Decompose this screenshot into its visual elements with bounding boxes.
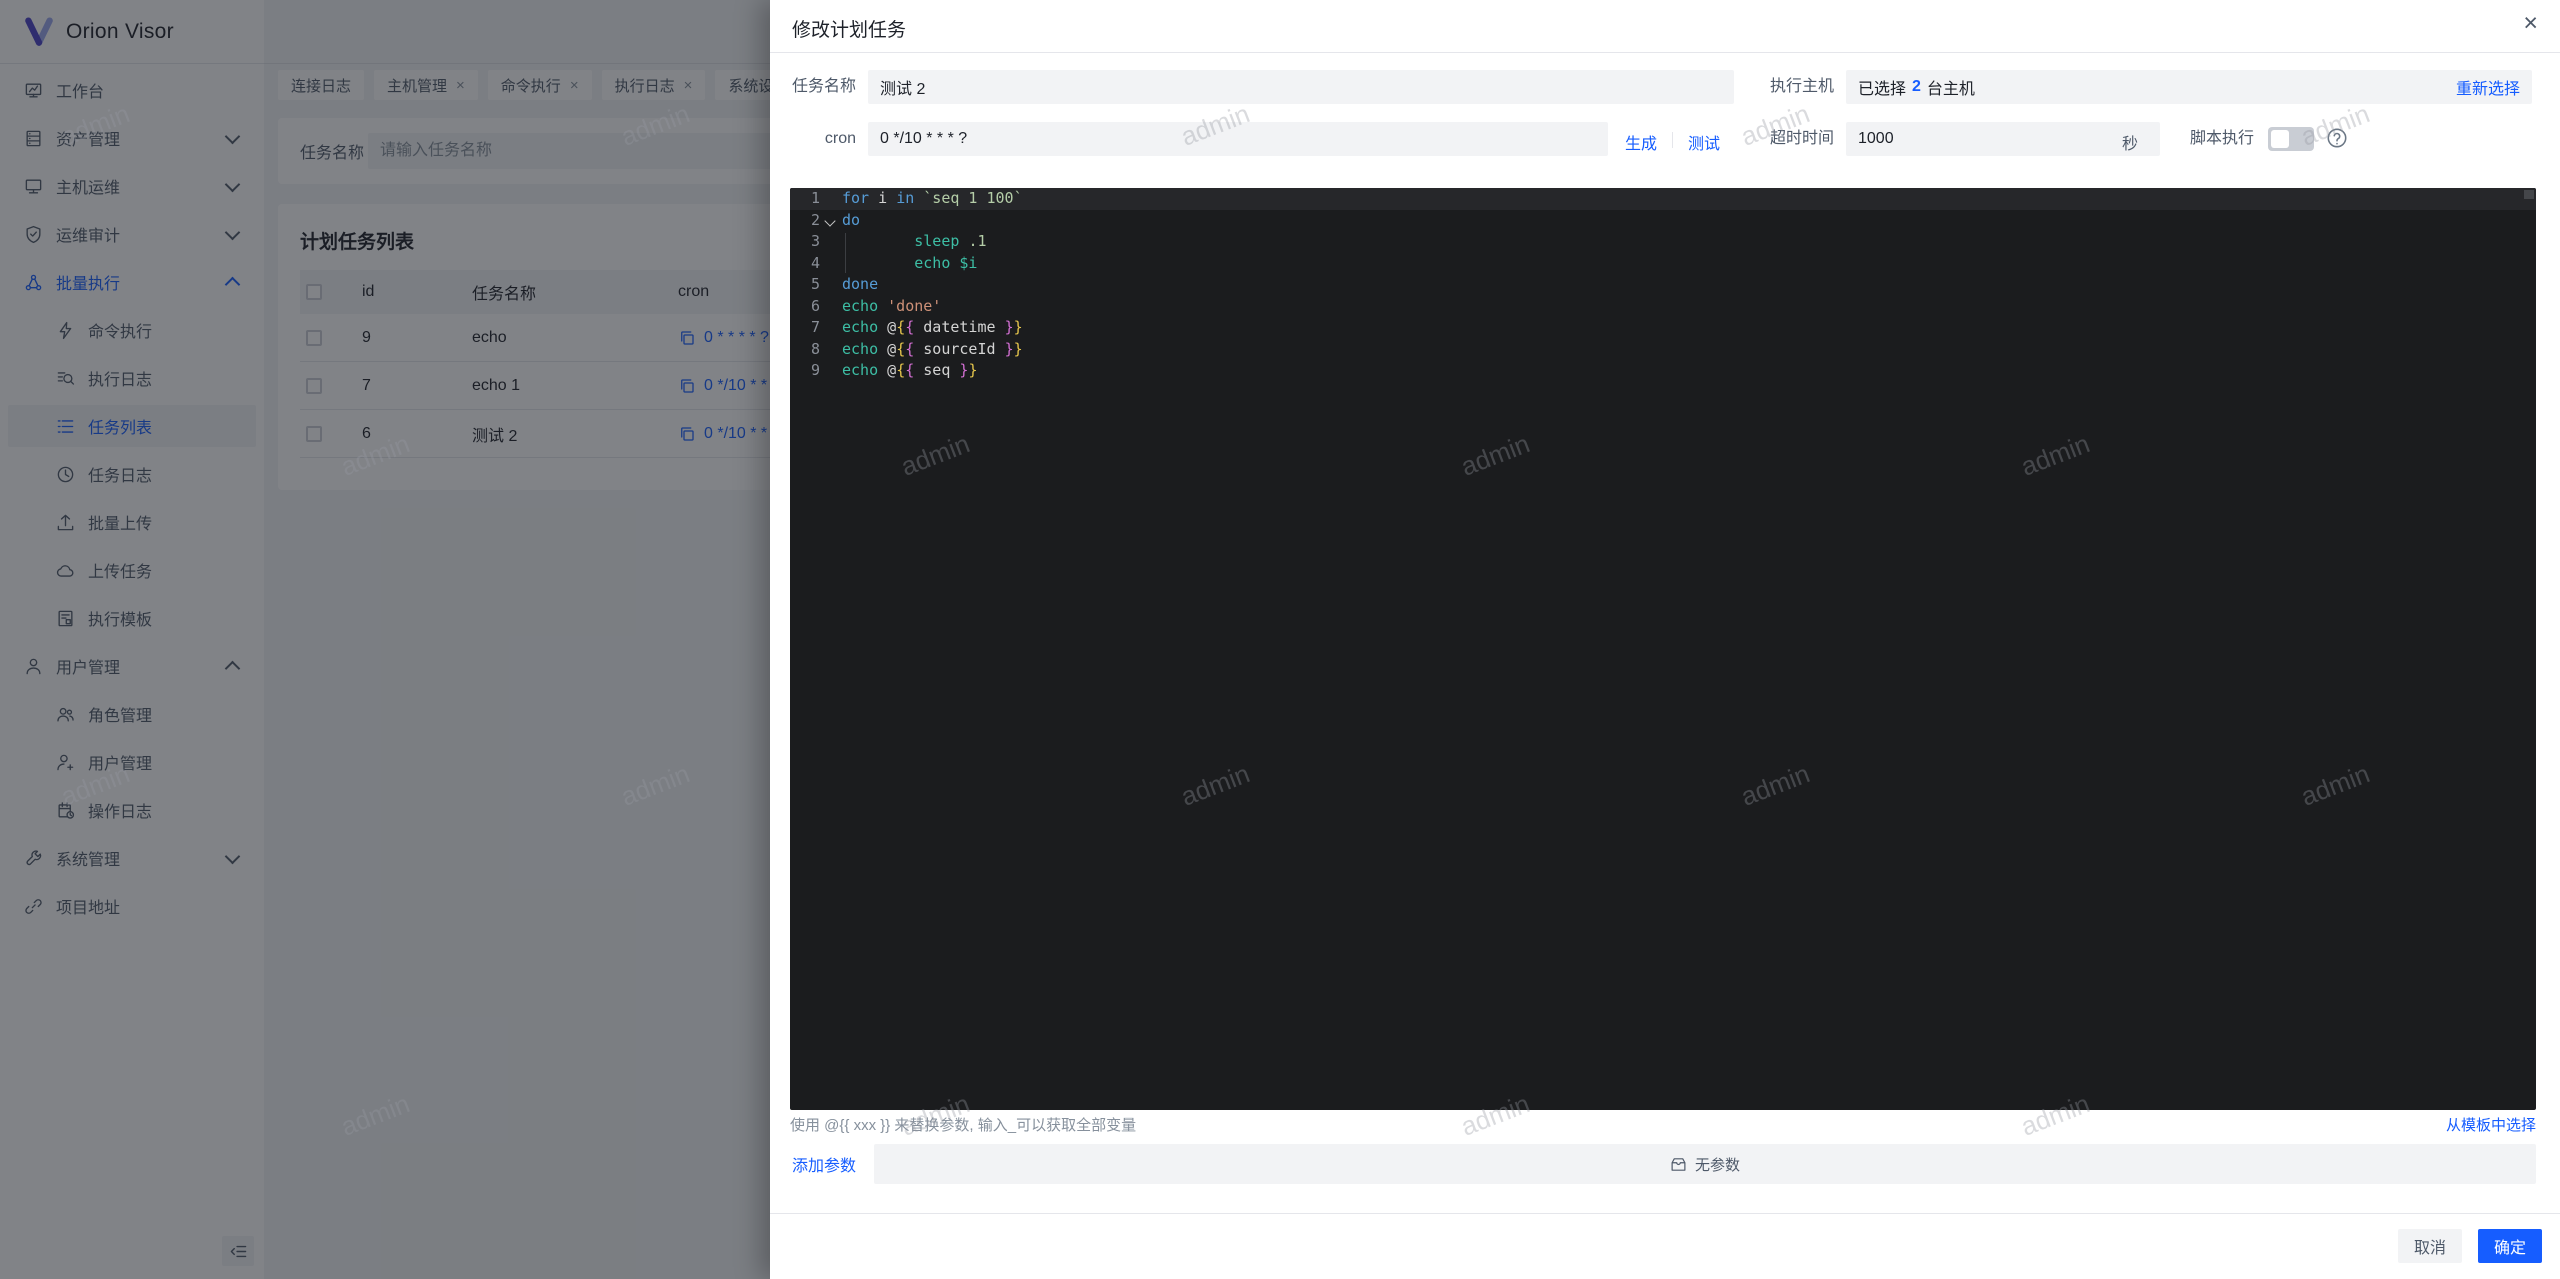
cron-label: cron <box>736 122 856 156</box>
toggle-knob <box>2271 130 2289 148</box>
editor-line-6: 6 echo 'done' <box>790 296 2536 318</box>
exec-host-field[interactable]: 已选择 2 台主机 重新选择 <box>1846 70 2532 104</box>
param-hint-text: 使用 @{{ xxx }} 来替换参数, 输入_可以获取全部变量 <box>790 1117 1136 1134</box>
script-code-editor[interactable]: 1for i in `seq 1 100`2do3 sleep .14 echo… <box>790 188 2536 1110</box>
editor-hint-row: 使用 @{{ xxx }} 来替换参数, 输入_可以获取全部变量 从模板中选择 <box>790 1114 2536 1138</box>
line-number: 1 <box>798 188 820 210</box>
add-param-button[interactable]: 添加参数 <box>792 1152 856 1176</box>
fold-gutter <box>820 188 842 210</box>
fold-gutter <box>820 253 842 275</box>
line-number: 7 <box>798 317 820 339</box>
timeout-input[interactable] <box>1846 122 2160 156</box>
line-number: 9 <box>798 360 820 382</box>
task-name-input[interactable] <box>868 70 1734 104</box>
fold-gutter <box>820 296 842 318</box>
line-number: 4 <box>798 253 820 275</box>
code-text: echo @{{ seq }} <box>842 360 977 382</box>
host-selected-suffix: 台主机 <box>1927 75 1975 99</box>
drawer-footer: 取消 确定 <box>770 1213 2560 1279</box>
modal-mask[interactable] <box>0 0 770 1279</box>
select-from-template-link[interactable]: 从模板中选择 <box>2446 1114 2536 1135</box>
reselect-hosts-link[interactable]: 重新选择 <box>2456 75 2520 99</box>
cron-generate-link[interactable]: 生成 <box>1625 130 1657 154</box>
line-number: 6 <box>798 296 820 318</box>
host-selected-prefix: 已选择 <box>1858 75 1906 99</box>
code-text: sleep .1 <box>842 231 987 253</box>
drawer-header: 修改计划任务 × <box>770 0 2560 53</box>
app-root: 连接日志主机管理×命令执行×执行日志×系统设置×批量执行× 任务名称 计划任务列… <box>0 0 2560 1279</box>
empty-box-icon <box>1670 1156 1687 1173</box>
code-text: echo 'done' <box>842 296 941 318</box>
help-icon[interactable] <box>2326 127 2348 149</box>
editor-line-4: 4 echo $i <box>790 253 2536 275</box>
code-text: echo $i <box>842 253 977 275</box>
fold-gutter <box>820 231 842 253</box>
task-name-label: 任务名称 <box>736 70 856 104</box>
close-icon[interactable]: × <box>2523 11 2538 36</box>
edit-task-drawer: 修改计划任务 × 任务名称 执行主机 已选择 2 台主机 重新选择 cron 生… <box>770 0 2560 1279</box>
code-text: echo @{{ datetime }} <box>842 317 1023 339</box>
exec-host-label: 执行主机 <box>1714 70 1834 104</box>
editor-line-1: 1 for i in `seq 1 100` <box>790 188 2536 210</box>
cron-input[interactable] <box>868 122 1608 156</box>
line-number: 5 <box>798 274 820 296</box>
line-number: 3 <box>798 231 820 253</box>
editor-line-2: 2 do <box>790 210 2536 232</box>
fold-gutter <box>820 274 842 296</box>
code-text: echo @{{ sourceId }} <box>842 339 1023 361</box>
fold-gutter <box>820 339 842 361</box>
confirm-button[interactable]: 确定 <box>2478 1229 2542 1263</box>
editor-line-7: 7 echo @{{ datetime }} <box>790 317 2536 339</box>
editor-line-5: 5 done <box>790 274 2536 296</box>
fold-gutter <box>820 317 842 339</box>
timeout-label: 超时时间 <box>1714 122 1834 156</box>
editor-scrollbar-thumb[interactable] <box>2524 190 2534 199</box>
indent-guide <box>845 233 846 273</box>
link-divider <box>1672 132 1673 148</box>
code-text: for i in `seq 1 100` <box>842 188 1023 210</box>
editor-line-9: 9 echo @{{ seq }} <box>790 360 2536 382</box>
editor-line-3: 3 sleep .1 <box>790 231 2536 253</box>
code-text: done <box>842 274 878 296</box>
cancel-button[interactable]: 取消 <box>2398 1229 2462 1263</box>
no-param-bar: 无参数 <box>874 1144 2536 1184</box>
host-selected-count: 2 <box>1912 78 1921 96</box>
no-param-text: 无参数 <box>1695 1154 1740 1175</box>
line-number: 8 <box>798 339 820 361</box>
code-text: do <box>842 210 860 232</box>
drawer-title: 修改计划任务 <box>792 15 906 42</box>
fold-chevron-icon[interactable] <box>820 210 842 232</box>
script-exec-toggle[interactable] <box>2268 127 2314 151</box>
line-number: 2 <box>798 210 820 232</box>
fold-gutter <box>820 360 842 382</box>
editor-line-8: 8 echo @{{ sourceId }} <box>790 339 2536 361</box>
